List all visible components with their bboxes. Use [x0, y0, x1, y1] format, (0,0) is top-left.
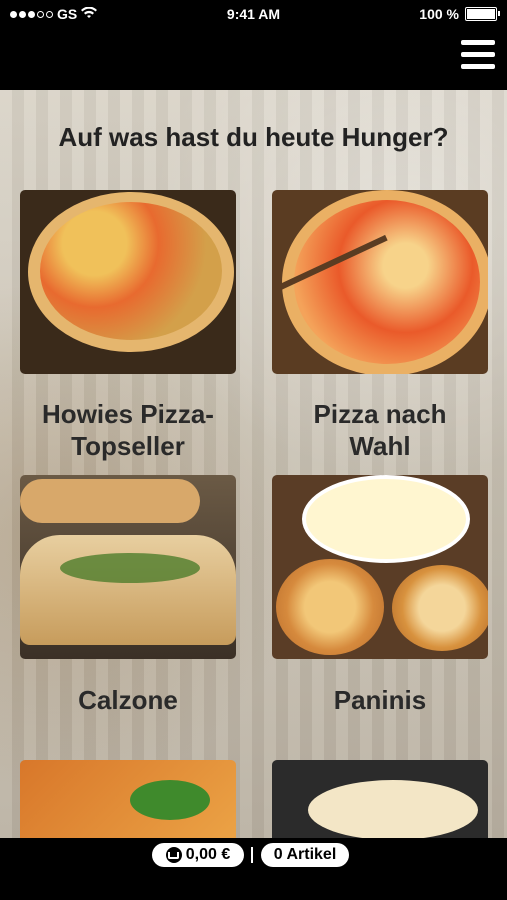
category-title-pizza-nach-wahl[interactable]: Pizza nach Wahl: [260, 398, 500, 462]
top-navbar: [0, 28, 507, 90]
cart-items-button[interactable]: 0 Artikel: [261, 843, 349, 867]
status-bar: GS 9:41 AM 100 %: [0, 0, 507, 28]
category-image-calzone[interactable]: [20, 475, 236, 659]
category-title-line: Howies Pizza-: [42, 399, 214, 429]
category-image-row3-left[interactable]: [20, 760, 236, 838]
category-image-row3-right[interactable]: [272, 760, 488, 838]
category-title-paninis[interactable]: Paninis: [260, 684, 500, 716]
category-grid[interactable]: Auf was hast du heute Hunger? Howies Piz…: [0, 90, 507, 838]
category-image-pizza-nach-wahl[interactable]: [272, 190, 488, 374]
cart-total: 0,00 €: [185, 846, 231, 863]
battery-percent: 100 %: [419, 6, 459, 22]
category-title-line: Wahl: [349, 431, 411, 461]
cart-icon: [165, 847, 182, 863]
category-image-paninis[interactable]: [272, 475, 488, 659]
cart-total-button[interactable]: 0,00 €: [152, 843, 244, 867]
category-title-topseller[interactable]: Howies Pizza- Topseller: [8, 398, 248, 462]
category-image-topseller[interactable]: [20, 190, 236, 374]
category-title-line: Pizza nach: [313, 399, 447, 429]
battery-icon: [465, 7, 500, 21]
hamburger-menu-icon[interactable]: [461, 40, 495, 72]
cart-bar: 0,00 € 0 Artikel: [0, 838, 507, 900]
category-title-calzone[interactable]: Calzone: [8, 684, 248, 716]
cart-divider: [251, 847, 253, 863]
category-title-line: Topseller: [71, 431, 185, 461]
battery-info: 100 %: [419, 6, 500, 22]
page-headline: Auf was hast du heute Hunger?: [58, 122, 449, 152]
